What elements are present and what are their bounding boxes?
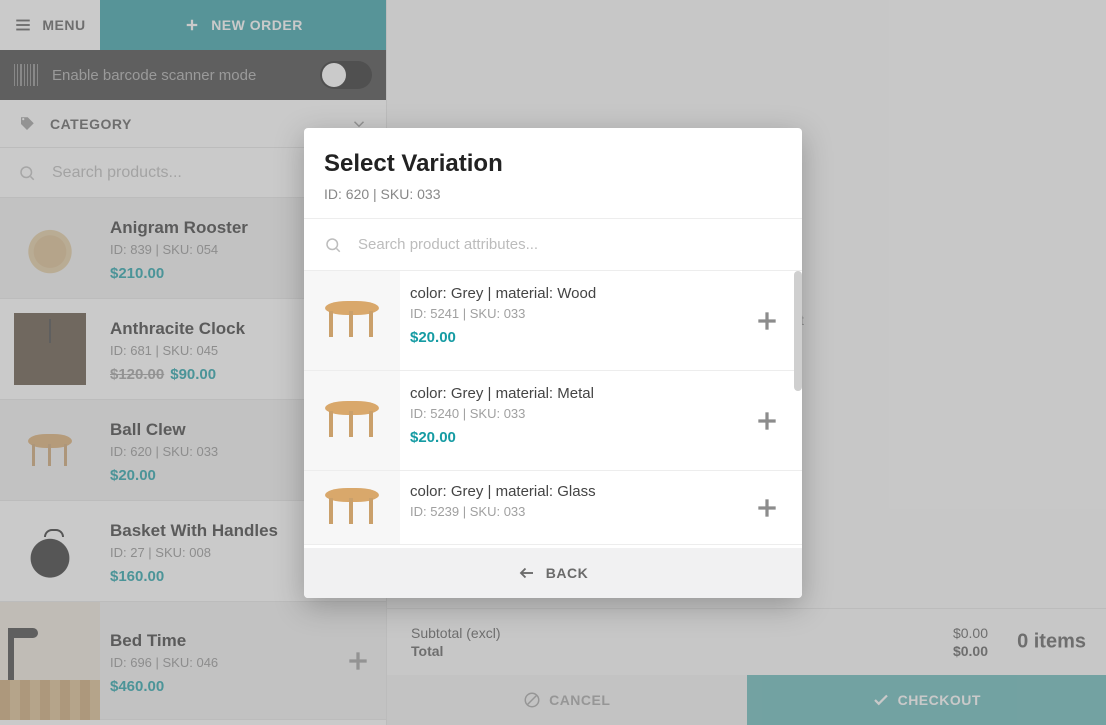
- back-label: BACK: [546, 565, 588, 581]
- variation-row[interactable]: color: Grey | material: Wood ID: 5241 | …: [304, 271, 802, 371]
- scrollbar[interactable]: [794, 271, 802, 391]
- variation-info: color: Grey | material: Wood ID: 5241 | …: [400, 271, 732, 370]
- add-variation-button[interactable]: [732, 271, 802, 370]
- variation-attrs: color: Grey | material: Wood: [410, 285, 722, 302]
- variation-price: $20.00: [410, 329, 722, 346]
- variation-thumb: [304, 471, 400, 544]
- variation-row[interactable]: color: Grey | material: Glass ID: 5239 |…: [304, 471, 802, 545]
- variation-meta: ID: 5240 | SKU: 033: [410, 406, 722, 421]
- variation-info: color: Grey | material: Glass ID: 5239 |…: [400, 471, 732, 544]
- variation-meta: ID: 5239 | SKU: 033: [410, 504, 722, 519]
- add-variation-button[interactable]: [732, 471, 802, 544]
- variation-row[interactable]: color: Grey | material: Metal ID: 5240 |…: [304, 371, 802, 471]
- variation-price: $20.00: [410, 429, 722, 446]
- variation-info: color: Grey | material: Metal ID: 5240 |…: [400, 371, 732, 470]
- search-icon: [324, 236, 342, 254]
- add-variation-button[interactable]: [732, 371, 802, 470]
- modal-back-button[interactable]: BACK: [304, 548, 802, 598]
- modal-title: Select Variation: [324, 150, 782, 178]
- variation-thumb: [304, 271, 400, 370]
- variation-attrs: color: Grey | material: Metal: [410, 385, 722, 402]
- variation-meta: ID: 5241 | SKU: 033: [410, 306, 722, 321]
- plus-icon: [754, 495, 780, 521]
- modal-subtitle: ID: 620 | SKU: 033: [324, 186, 782, 202]
- plus-icon: [754, 408, 780, 434]
- variation-modal: Select Variation ID: 620 | SKU: 033 colo…: [304, 128, 802, 598]
- modal-search-row: [304, 219, 802, 271]
- variation-thumb: [304, 371, 400, 470]
- variation-list[interactable]: color: Grey | material: Wood ID: 5241 | …: [304, 271, 802, 548]
- app-root: MENU NEW ORDER Enable barcode scanner mo…: [0, 0, 1106, 725]
- plus-icon: [754, 308, 780, 334]
- modal-search-input[interactable]: [356, 235, 782, 254]
- variation-attrs: color: Grey | material: Glass: [410, 483, 722, 500]
- arrow-left-icon: [518, 564, 536, 582]
- modal-header: Select Variation ID: 620 | SKU: 033: [304, 128, 802, 219]
